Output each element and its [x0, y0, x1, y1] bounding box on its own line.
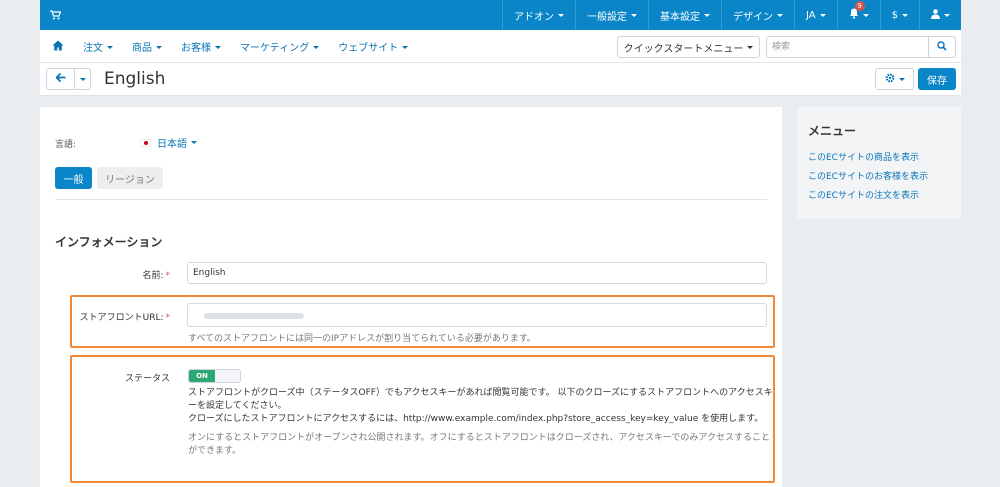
name-label: 名前: *	[142, 271, 171, 281]
side-menu: メニュー このECサイトの商品を表示 このECサイトのお客様を表示 このECサイ…	[797, 107, 961, 219]
section-title: インフォメーション	[55, 235, 163, 249]
user-icon	[931, 8, 940, 22]
language-label: 言語:	[55, 140, 77, 150]
home-icon[interactable]	[52, 40, 64, 52]
chevron-down-icon	[747, 45, 754, 49]
chevron-down-icon	[558, 13, 564, 17]
link-view-customers[interactable]: このECサイトのお客様を表示	[808, 169, 928, 182]
quick-start-menu-button[interactable]: クイックスタートメニュー	[617, 36, 760, 58]
chevron-down-icon	[79, 77, 86, 81]
cart-icon[interactable]	[50, 8, 64, 22]
link-view-products[interactable]: このECサイトの商品を表示	[808, 150, 919, 163]
save-button[interactable]: 保存	[918, 68, 956, 90]
chevron-down-icon	[631, 13, 637, 17]
notification-count-badge: 9	[854, 1, 865, 11]
search-input[interactable]	[766, 36, 928, 58]
page-title: English	[104, 69, 166, 89]
chevron-down-icon	[191, 141, 197, 144]
menu-customers[interactable]: お客様	[181, 39, 221, 54]
chevron-down-icon	[862, 13, 869, 17]
search-button[interactable]	[928, 36, 956, 58]
top-nav-addons[interactable]: アドオン	[502, 0, 575, 30]
chevron-down-icon	[704, 13, 710, 17]
top-nav-design[interactable]: デザイン	[721, 0, 794, 30]
top-nav-notifications[interactable]: 9	[836, 0, 880, 30]
chevron-down-icon	[944, 13, 950, 17]
settings-dropdown-button[interactable]	[875, 68, 914, 90]
menu-orders[interactable]: 注文	[83, 39, 113, 54]
top-nav-general-settings[interactable]: 一般設定	[575, 0, 648, 30]
chevron-down-icon	[402, 46, 409, 49]
chevron-down-icon	[156, 46, 162, 49]
tab-region[interactable]: リージョン	[97, 167, 163, 189]
language-select[interactable]: 日本語	[140, 135, 197, 150]
required-marker: *	[165, 271, 171, 281]
menu-marketing[interactable]: マーケティング	[240, 39, 320, 54]
gear-icon	[885, 73, 895, 86]
top-nav-basic-settings[interactable]: 基本設定	[648, 0, 721, 30]
chevron-down-icon	[902, 13, 908, 17]
menu-products[interactable]: 商品	[132, 39, 162, 54]
back-button[interactable]	[46, 68, 75, 90]
side-menu-title: メニュー	[808, 124, 857, 138]
chevron-down-icon	[777, 13, 783, 17]
highlight-box-status	[70, 355, 775, 483]
arrow-left-icon	[54, 72, 66, 85]
top-nav-currency[interactable]: $	[879, 0, 919, 30]
back-history-dropdown[interactable]	[75, 68, 91, 90]
top-nav-language[interactable]: JA	[794, 0, 837, 30]
search-icon	[937, 40, 947, 54]
divider	[55, 199, 767, 200]
name-input[interactable]	[187, 262, 767, 284]
top-nav-user[interactable]	[919, 0, 961, 30]
chevron-down-icon	[215, 46, 221, 49]
chevron-down-icon	[107, 46, 113, 49]
menu-website[interactable]: ウェブサイト	[338, 39, 409, 54]
bell-icon: 9	[849, 1, 865, 22]
link-view-orders[interactable]: このECサイトの注文を表示	[808, 188, 919, 201]
top-bar: アドオン 一般設定 基本設定 デザイン JA 9 $	[40, 0, 961, 30]
tab-general[interactable]: 一般	[55, 167, 92, 189]
main-panel: 言語: 日本語 一般 リージョン インフォメーション 名前:* ストアフロントU…	[40, 107, 782, 487]
title-bar: English 保存	[40, 63, 961, 96]
chevron-down-icon	[898, 77, 905, 81]
highlight-box-storefront-url	[70, 295, 775, 348]
main-menu-bar: 注文 商品 お客様 マーケティング ウェブサイト クイックスタートメニュー	[40, 30, 961, 63]
top-nav: アドオン 一般設定 基本設定 デザイン JA 9 $	[502, 0, 961, 30]
japan-flag-icon	[140, 138, 151, 147]
chevron-down-icon	[313, 46, 320, 49]
chevron-down-icon	[819, 13, 826, 17]
